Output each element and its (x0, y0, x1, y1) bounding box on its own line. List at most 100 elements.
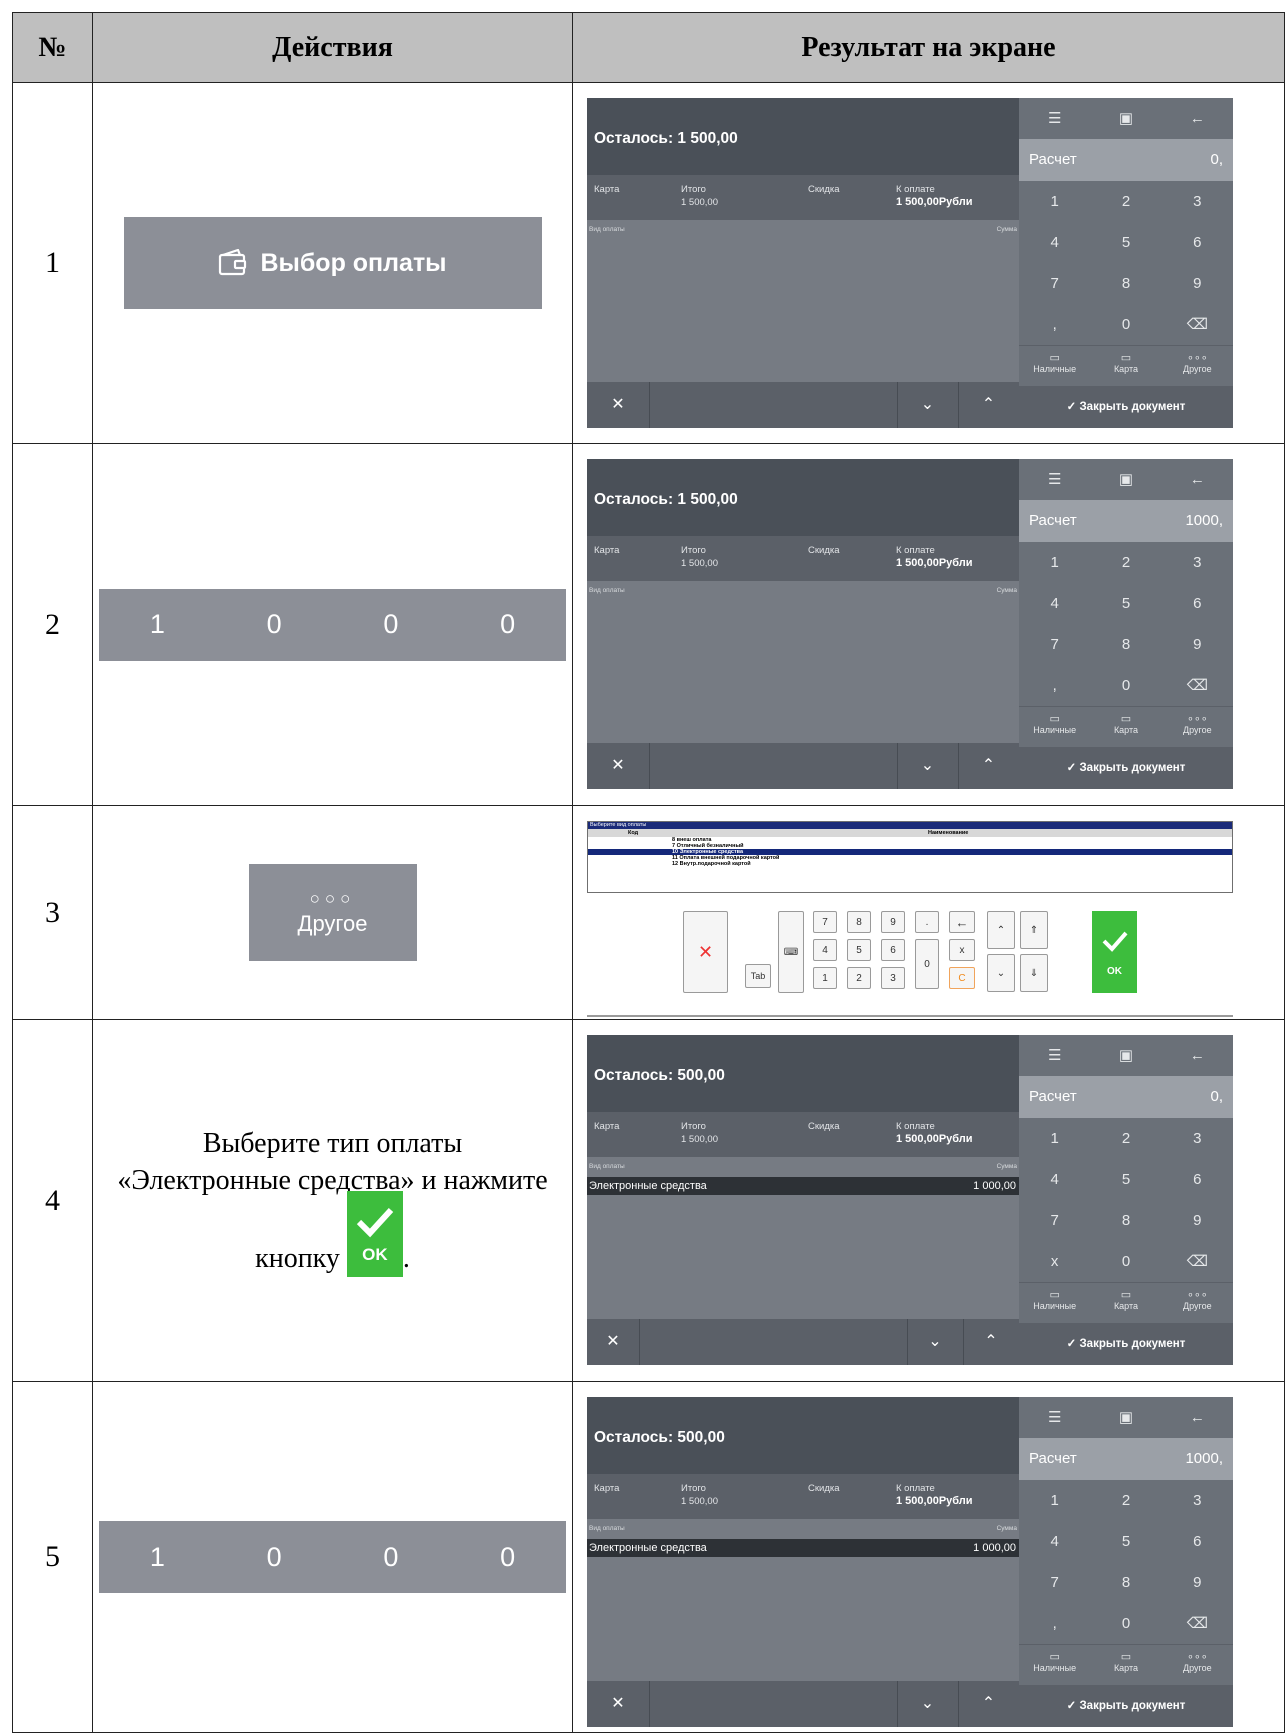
chevron-down-icon[interactable]: ⌄ (897, 1681, 958, 1727)
key-9[interactable]: 9 (1162, 1200, 1233, 1241)
key-3[interactable]: 3 (1162, 1480, 1233, 1521)
ok-button[interactable]: OK (1092, 911, 1137, 993)
digit-button[interactable]: 0 (215, 1521, 333, 1593)
key-2[interactable]: 2 (1090, 1118, 1161, 1159)
key-clear[interactable]: C (949, 967, 975, 989)
key-x[interactable]: x (1019, 1241, 1090, 1282)
menu-icon[interactable]: ☰ (1019, 98, 1090, 139)
close-document-button[interactable]: ✓ Закрыть документ (1019, 386, 1233, 428)
key-0[interactable]: 0 (1090, 1603, 1161, 1644)
tab-key[interactable]: Tab (745, 964, 771, 988)
key-2[interactable]: 2 (1090, 181, 1161, 222)
payment-choice-button[interactable]: Выбор оплаты (123, 217, 542, 309)
close-icon[interactable]: ✕ (587, 743, 649, 789)
close-document-button[interactable]: ✓ Закрыть документ (1019, 747, 1233, 789)
key-1[interactable]: 1 (1019, 542, 1090, 583)
key-9[interactable]: 9 (1162, 263, 1233, 304)
key-9[interactable]: 9 (1162, 624, 1233, 665)
key-9[interactable]: 9 (881, 911, 905, 933)
key-1[interactable]: 1 (1019, 1118, 1090, 1159)
window-icon[interactable]: ▣ (1090, 98, 1161, 139)
key-2[interactable]: 2 (847, 967, 871, 989)
key-6[interactable]: 6 (881, 939, 905, 961)
payment-line[interactable]: Электронные средства 1 000,00 (587, 1539, 1019, 1557)
close-document-button[interactable]: ✓ Закрыть документ (1019, 1685, 1233, 1727)
digit-button[interactable]: 0 (215, 588, 333, 661)
key-4[interactable]: 4 (1019, 583, 1090, 624)
other-payment-button[interactable]: ○○○ Другое (248, 864, 417, 961)
key-2[interactable]: 2 (1090, 542, 1161, 583)
key-8[interactable]: 8 (1090, 263, 1161, 304)
cash-button[interactable]: ▭ Наличные (1019, 1645, 1090, 1684)
window-icon[interactable]: ▣ (1090, 459, 1161, 500)
key-3[interactable]: 3 (881, 967, 905, 989)
key-x[interactable]: x (949, 939, 975, 961)
key-5[interactable]: 5 (1090, 222, 1161, 263)
back-arrow-icon[interactable]: ← (1162, 98, 1233, 139)
key-3[interactable]: 3 (1162, 542, 1233, 583)
key-3[interactable]: 3 (1162, 181, 1233, 222)
chevron-down-icon[interactable]: ⌄ (897, 743, 958, 789)
cancel-icon[interactable]: ✕ (683, 911, 728, 993)
key-comma[interactable]: , (1019, 1603, 1090, 1644)
back-arrow-icon[interactable]: ← (949, 911, 975, 933)
chevron-down-icon[interactable]: ⌄ (907, 1319, 963, 1365)
backspace-icon[interactable]: ⌫ (1162, 1241, 1233, 1282)
back-arrow-icon[interactable]: ← (1162, 1397, 1233, 1438)
digit-button[interactable]: 0 (449, 1521, 566, 1593)
key-8[interactable]: 8 (1090, 1562, 1161, 1603)
key-6[interactable]: 6 (1162, 1521, 1233, 1562)
key-0[interactable]: 0 (1090, 1241, 1161, 1282)
key-7[interactable]: 7 (1019, 1200, 1090, 1241)
backspace-icon[interactable]: ⌫ (1162, 1603, 1233, 1644)
double-chevron-down-icon[interactable]: ⇓ (1020, 954, 1048, 992)
key-4[interactable]: 4 (1019, 1159, 1090, 1200)
close-document-button[interactable]: ✓ Закрыть документ (1019, 1323, 1233, 1365)
list-item[interactable]: 12 Внутр.подарочной картой (588, 861, 1232, 867)
key-6[interactable]: 6 (1162, 1159, 1233, 1200)
menu-icon[interactable]: ☰ (1019, 1397, 1090, 1438)
close-icon[interactable]: ✕ (587, 1319, 639, 1365)
card-button[interactable]: ▭ Карта (1090, 707, 1161, 746)
window-icon[interactable]: ▣ (1090, 1397, 1161, 1438)
key-6[interactable]: 6 (1162, 222, 1233, 263)
close-icon[interactable]: ✕ (587, 1681, 649, 1727)
key-1[interactable]: 1 (1019, 1480, 1090, 1521)
key-9[interactable]: 9 (1162, 1562, 1233, 1603)
chevron-up-icon[interactable]: ⌃ (958, 1681, 1019, 1727)
close-icon[interactable]: ✕ (587, 382, 649, 428)
key-1[interactable]: 1 (813, 967, 837, 989)
key-dot[interactable]: . (915, 911, 939, 933)
key-5[interactable]: 5 (1090, 583, 1161, 624)
other-button[interactable]: ∘∘∘ Другое (1162, 707, 1233, 746)
key-0[interactable]: 0 (915, 939, 939, 989)
key-4[interactable]: 4 (813, 939, 837, 961)
double-chevron-up-icon[interactable]: ⇑ (1020, 911, 1048, 949)
key-comma[interactable]: , (1019, 304, 1090, 345)
key-0[interactable]: 0 (1090, 665, 1161, 706)
key-comma[interactable]: , (1019, 665, 1090, 706)
digit-button[interactable]: 1 (99, 1521, 216, 1593)
digit-button[interactable]: 1 (99, 588, 216, 661)
cash-button[interactable]: ▭ Наличные (1019, 346, 1090, 385)
key-8[interactable]: 8 (847, 911, 871, 933)
chevron-up-icon[interactable]: ⌃ (958, 743, 1019, 789)
chevron-up-icon[interactable]: ⌃ (987, 911, 1015, 949)
card-button[interactable]: ▭ Карта (1090, 1283, 1161, 1322)
key-0[interactable]: 0 (1090, 304, 1161, 345)
digit-button[interactable]: 0 (449, 588, 566, 661)
key-5[interactable]: 5 (847, 939, 871, 961)
key-6[interactable]: 6 (1162, 583, 1233, 624)
key-2[interactable]: 2 (1090, 1480, 1161, 1521)
key-7[interactable]: 7 (1019, 624, 1090, 665)
backspace-icon[interactable]: ⌫ (1162, 304, 1233, 345)
key-8[interactable]: 8 (1090, 624, 1161, 665)
other-button[interactable]: ∘∘∘ Другое (1162, 1283, 1233, 1322)
keyboard-icon[interactable]: ⌨ (778, 911, 804, 993)
payment-line[interactable]: Электронные средства 1 000,00 (587, 1177, 1019, 1195)
chevron-up-icon[interactable]: ⌃ (958, 382, 1019, 428)
key-8[interactable]: 8 (1090, 1200, 1161, 1241)
chevron-up-icon[interactable]: ⌃ (963, 1319, 1019, 1365)
digit-button[interactable]: 0 (332, 1521, 450, 1593)
window-icon[interactable]: ▣ (1090, 1035, 1161, 1076)
